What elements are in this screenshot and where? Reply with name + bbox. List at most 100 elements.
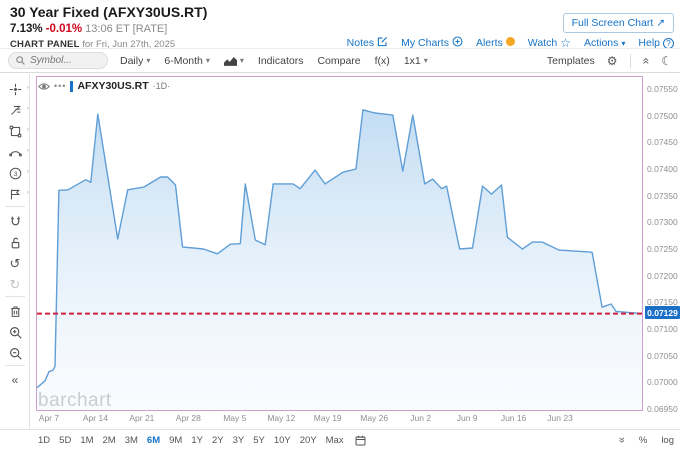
range-dropdown[interactable]: 6-Month ▾: [164, 55, 210, 67]
zoom-out-icon[interactable]: [3, 344, 27, 362]
shapes-icon[interactable]: ›: [3, 122, 29, 140]
x-axis[interactable]: Apr 7 Apr 14 Apr 21 Apr 28 May 5 May 12 May 19…: [36, 413, 643, 427]
y-axis-label: 0.07400: [647, 164, 678, 174]
chevron-down-icon: ▾: [146, 56, 151, 65]
redo-icon[interactable]: ↻: [3, 275, 27, 293]
frequency-dropdown[interactable]: Daily ▾: [120, 55, 150, 67]
symbol-search[interactable]: [8, 52, 108, 69]
functions-button[interactable]: f(x): [375, 55, 390, 67]
collapse-panel-down-icon[interactable]: «: [616, 437, 628, 443]
y-axis-label: 0.07350: [647, 190, 678, 201]
y-axis-label: 0.07000: [647, 377, 678, 388]
svg-text:3: 3: [13, 170, 17, 177]
annotations-icon[interactable]: ›: [3, 101, 29, 119]
eye-icon[interactable]: [38, 82, 50, 91]
fullscreen-chart-button[interactable]: Full Screen Chart ↗: [562, 13, 674, 33]
mini-chevron-icon: ›: [27, 127, 29, 133]
x-axis-label: May 12: [267, 413, 296, 423]
chevron-down-icon: ▾: [423, 56, 428, 65]
y-axis-label: 0.07250: [647, 244, 678, 255]
arc-icon[interactable]: ›: [3, 143, 29, 161]
period-toolbar: 1D 5D 1M 2M 3M 6M 9M 1Y 2Y 3Y 5Y 10Y 20Y Max « % log: [0, 429, 680, 450]
fibonacci-icon[interactable]: 3 ›: [3, 164, 29, 182]
chart-type-dropdown[interactable]: ▾: [223, 56, 244, 66]
cursor-icon[interactable]: ›: [3, 80, 29, 98]
mini-chevron-icon: ›: [27, 106, 29, 112]
x-axis-label: Jun 2: [410, 413, 432, 423]
y-axis[interactable]: 0.07550 0.07500 0.07450 0.07400 0.07350 0.073…: [645, 74, 680, 419]
chevron-down-icon: ▾: [239, 56, 244, 65]
x-axis-label: May 19: [313, 413, 342, 423]
percent-scale-button[interactable]: %: [639, 435, 647, 446]
y-axis-label: 0.07050: [647, 350, 678, 361]
grid-layout-dropdown[interactable]: 1x1 ▾: [404, 55, 428, 67]
y-axis-label: 0.07500: [647, 110, 678, 121]
zoom-in-icon[interactable]: [3, 323, 27, 341]
compare-button[interactable]: Compare: [317, 55, 360, 67]
series-color-swatch: [70, 80, 74, 92]
divider: [629, 53, 631, 68]
area-chart-icon: [223, 56, 237, 66]
range-button-1d[interactable]: 1D: [38, 435, 50, 446]
y-axis-label: 0.07200: [647, 270, 678, 281]
chart-panel-window: 30 Year Fixed (AFXY30US.RT) 7.13% -0.01%…: [0, 0, 680, 450]
dark-mode-moon-icon[interactable]: ☾: [661, 54, 672, 68]
range-button-3m[interactable]: 3M: [125, 435, 138, 446]
legend-menu-icon[interactable]: •••: [54, 81, 66, 91]
x-axis-label: Apr 21: [129, 413, 155, 423]
x-axis-label: Apr 28: [175, 413, 201, 423]
x-axis-label: Jun 16: [500, 413, 527, 423]
calendar-icon[interactable]: [355, 435, 366, 446]
y-axis-label: 0.07450: [647, 137, 678, 148]
x-axis-label: Jun 9: [456, 413, 478, 423]
range-button-5d[interactable]: 5D: [59, 435, 71, 446]
expand-arrow-icon: ↗: [656, 17, 665, 29]
range-button-1m[interactable]: 1M: [80, 435, 93, 446]
legend-symbol: AFXY30US.RT: [77, 80, 149, 92]
y-axis-label: 0.06950: [647, 404, 678, 415]
y-axis-label: 0.07300: [647, 217, 678, 228]
divider: [5, 365, 25, 366]
range-button-2m[interactable]: 2M: [103, 435, 116, 446]
range-button-5y[interactable]: 5Y: [253, 435, 265, 446]
price-area-chart: [36, 109, 643, 411]
range-buttons: 1D 5D 1M 2M 3M 6M 9M 1Y 2Y 3Y 5Y 10Y 20Y Max: [38, 435, 353, 446]
x-axis-label: Apr 7: [38, 413, 60, 423]
indicators-button[interactable]: Indicators: [258, 55, 304, 67]
chart-legend: ••• AFXY30US.RT ·1D·: [38, 80, 170, 92]
range-button-10y[interactable]: 10Y: [274, 435, 291, 446]
flag-icon[interactable]: ›: [3, 185, 29, 203]
lock-icon[interactable]: [3, 233, 27, 251]
mini-chevron-icon: ›: [27, 169, 29, 175]
quote-price: 7.13%: [10, 23, 43, 35]
quote-time: 13:06 ET [RATE]: [85, 23, 168, 35]
divider: [5, 296, 25, 297]
templates-button[interactable]: Templates: [547, 55, 595, 67]
range-button-max[interactable]: Max: [326, 435, 344, 446]
collapse-left-icon[interactable]: «: [3, 371, 27, 389]
current-value-badge: 0.07129: [645, 306, 680, 320]
mini-chevron-icon: ›: [27, 85, 29, 91]
page-title: 30 Year Fixed (AFXY30US.RT): [10, 4, 208, 20]
symbol-input[interactable]: [30, 55, 100, 66]
range-button-9m[interactable]: 9M: [169, 435, 182, 446]
barchart-watermark: barchart: [38, 390, 112, 411]
log-scale-button[interactable]: log: [661, 435, 674, 446]
settings-gear-icon[interactable]: ⚙: [607, 54, 618, 68]
range-button-2y[interactable]: 2Y: [212, 435, 224, 446]
undo-icon[interactable]: ↺: [3, 254, 27, 272]
range-button-1y[interactable]: 1Y: [191, 435, 203, 446]
collapse-panel-up-icon[interactable]: «: [639, 57, 653, 64]
range-button-6m[interactable]: 6M: [147, 435, 160, 446]
x-axis-label: Apr 14: [82, 413, 108, 423]
range-button-20y[interactable]: 20Y: [300, 435, 317, 446]
x-axis-label: Jun 23: [547, 413, 573, 423]
quote-line: 7.13% -0.01% 13:06 ET [RATE]: [10, 23, 167, 35]
range-button-3y[interactable]: 3Y: [233, 435, 245, 446]
mini-chevron-icon: ›: [27, 148, 29, 154]
x-axis-label: May 26: [360, 413, 389, 423]
magnet-icon[interactable]: [3, 212, 27, 230]
drawing-tools-sidebar: › › › › 3 › › ↺ ↻ «: [0, 74, 30, 429]
chart-plot-area[interactable]: [36, 76, 643, 411]
trash-icon[interactable]: [3, 302, 27, 320]
